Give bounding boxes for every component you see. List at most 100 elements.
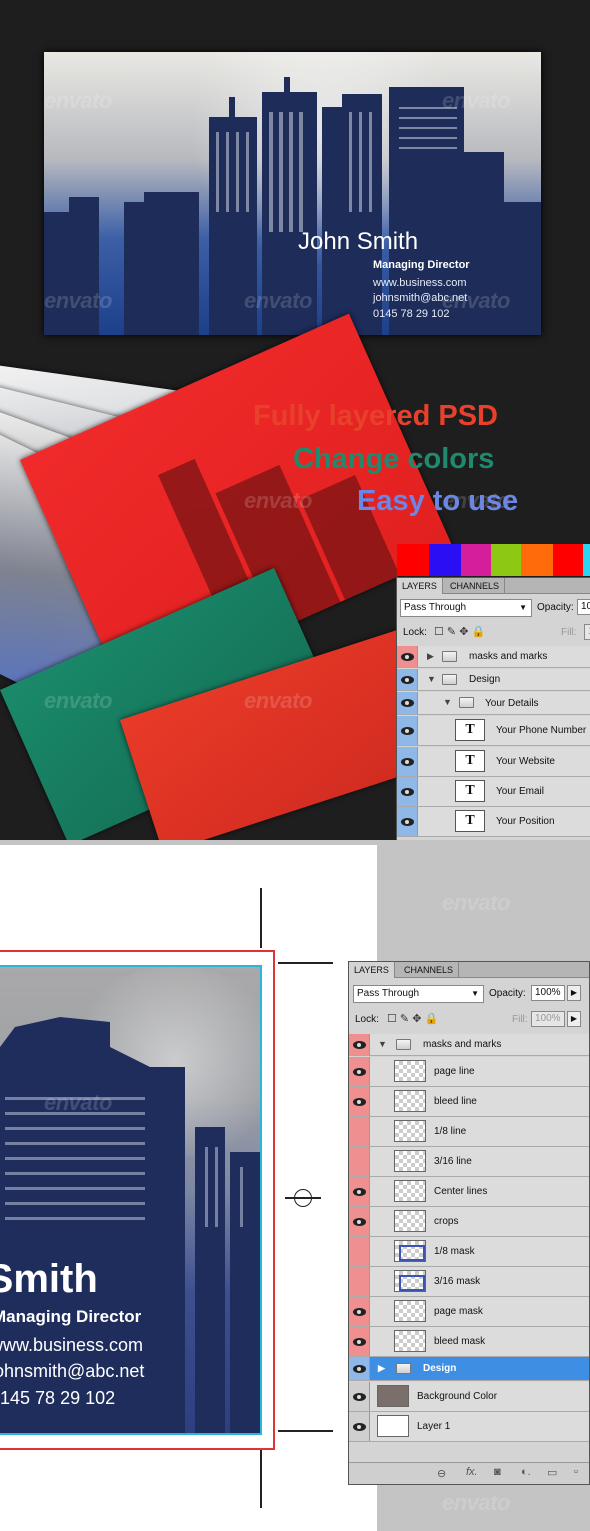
visibility-toggle[interactable] <box>349 1267 370 1296</box>
mask-icon[interactable]: ◙ <box>494 1466 501 1478</box>
lock-icons[interactable]: ☐ ✎ ✥ 🔒 <box>387 1012 438 1025</box>
collapse-arrow-icon[interactable]: ▶ <box>427 651 434 662</box>
layer-row-masks-and-marks[interactable]: ▼ masks and marks <box>349 1034 589 1056</box>
watermark: envato <box>244 288 312 313</box>
collapse-arrow-icon[interactable]: ▶ <box>378 1363 385 1374</box>
text-layer-icon: T <box>455 810 485 832</box>
layer-row-1-8-line[interactable]: 1/8 line <box>349 1117 589 1147</box>
visibility-toggle[interactable] <box>397 669 418 690</box>
blend-mode-select[interactable]: Pass Through <box>400 599 532 617</box>
fill-label: Fill: <box>512 1014 528 1025</box>
card-phone: 0145 78 29 102 <box>373 308 450 320</box>
card-name: John Smith <box>0 1257 98 1301</box>
fill-input[interactable]: 100% <box>531 1011 565 1027</box>
visibility-toggle[interactable] <box>397 807 418 836</box>
visibility-toggle[interactable] <box>349 1057 370 1086</box>
layer-row-masks-and-marks[interactable]: ▶ masks and marks <box>397 646 590 668</box>
eye-icon <box>401 676 414 684</box>
opacity-input[interactable]: 10 <box>577 599 590 615</box>
layer-name: Center lines <box>434 1186 488 1197</box>
opacity-label: Opacity: <box>489 988 526 999</box>
layer-row-website[interactable]: T Your Website <box>397 747 590 777</box>
registration-mark-icon <box>285 1189 321 1207</box>
layer-row-3-16-line[interactable]: 3/16 line <box>349 1147 589 1177</box>
layer-row-bleed-line[interactable]: bleed line <box>349 1087 589 1117</box>
layer-row-1-8-mask[interactable]: 1/8 mask <box>349 1237 589 1267</box>
adjustment-icon[interactable]: ◐. <box>521 1466 531 1478</box>
layer-row-design[interactable]: ▶ Design <box>349 1357 589 1381</box>
tab-channels[interactable]: CHANNELS <box>445 578 506 594</box>
eye-icon <box>353 1308 366 1316</box>
visibility-toggle[interactable] <box>349 1357 370 1380</box>
visibility-toggle[interactable] <box>397 777 418 806</box>
panel-tabs: LAYERS CHANNELS <box>349 962 589 978</box>
fill-input[interactable]: 10 <box>584 624 590 640</box>
layer-row-email[interactable]: T Your Email <box>397 777 590 807</box>
visibility-toggle[interactable] <box>349 1087 370 1116</box>
eye-icon <box>353 1098 366 1106</box>
visibility-toggle[interactable] <box>349 1237 370 1266</box>
mask-thumbnail <box>394 1240 426 1262</box>
fill-arrow-icon[interactable]: ▶ <box>567 1011 581 1027</box>
opacity-input[interactable]: 100% <box>531 985 565 1001</box>
layer-name: 3/16 mask <box>434 1276 481 1287</box>
watermark: envato <box>44 88 112 113</box>
new-group-icon[interactable]: ▭ <box>547 1466 557 1479</box>
visibility-toggle[interactable] <box>349 1382 370 1411</box>
expand-arrow-icon[interactable]: ▼ <box>443 697 452 707</box>
visibility-toggle[interactable] <box>397 646 418 667</box>
tab-layers[interactable]: LAYERS <box>349 962 395 978</box>
visibility-toggle[interactable] <box>349 1327 370 1356</box>
visibility-toggle[interactable] <box>349 1034 370 1055</box>
layer-row-phone[interactable]: T Your Phone Number <box>397 716 590 746</box>
watermark: envato <box>442 88 510 113</box>
layer-row-your-details[interactable]: ▼ Your Details <box>397 692 590 715</box>
layer-row-design[interactable]: ▼ Design <box>397 669 590 691</box>
lock-icons[interactable]: ☐ ✎ ✥ 🔒 <box>434 625 485 638</box>
link-icon[interactable]: ⊖ <box>437 1467 446 1480</box>
card-phone: 0145 78 29 102 <box>0 1388 116 1408</box>
eye-icon <box>353 1338 366 1346</box>
expand-arrow-icon[interactable]: ▼ <box>427 674 436 684</box>
visibility-toggle[interactable] <box>349 1207 370 1236</box>
expand-arrow-icon[interactable]: ▼ <box>378 1039 387 1049</box>
visibility-toggle[interactable] <box>397 716 418 745</box>
layer-row-page-mask[interactable]: page mask <box>349 1297 589 1327</box>
layer-name: Your Email <box>496 786 544 797</box>
palette-swatch <box>521 544 553 576</box>
visibility-toggle[interactable] <box>349 1297 370 1326</box>
opacity-arrow-icon[interactable]: ▶ <box>567 985 581 1001</box>
layer-name: Design <box>423 1363 457 1374</box>
tab-layers[interactable]: LAYERS <box>397 578 443 594</box>
layer-row-position[interactable]: T Your Position <box>397 807 590 837</box>
layer-thumbnail <box>377 1385 409 1407</box>
layer-thumbnail <box>394 1150 426 1172</box>
layer-row-center-lines[interactable]: Center lines <box>349 1177 589 1207</box>
visibility-toggle[interactable] <box>349 1177 370 1206</box>
mask-thumbnail <box>394 1270 426 1292</box>
visibility-toggle[interactable] <box>349 1147 370 1176</box>
watermark: envato <box>442 288 510 313</box>
crop-mark <box>278 1430 333 1432</box>
feature-layered: Fully layered PSD <box>253 400 498 432</box>
layer-row-page-line[interactable]: page line <box>349 1057 589 1087</box>
visibility-toggle[interactable] <box>397 692 418 714</box>
visibility-toggle[interactable] <box>349 1412 370 1441</box>
eye-icon <box>401 727 414 735</box>
lock-label: Lock: <box>355 1014 379 1025</box>
eye-icon <box>401 653 414 661</box>
tab-channels[interactable]: CHANNELS <box>399 962 460 978</box>
layer-name: 1/8 mask <box>434 1246 475 1257</box>
layer-row-layer-1[interactable]: Layer 1 <box>349 1412 589 1442</box>
visibility-toggle[interactable] <box>397 747 418 776</box>
new-layer-icon[interactable]: ▫ <box>574 1466 578 1478</box>
layer-row-3-16-mask[interactable]: 3/16 mask <box>349 1267 589 1297</box>
blend-mode-select[interactable]: Pass Through <box>353 985 484 1003</box>
fx-icon[interactable]: fx. <box>466 1466 478 1478</box>
layer-name: bleed line <box>434 1096 477 1107</box>
visibility-toggle[interactable] <box>349 1117 370 1146</box>
layer-row-crops[interactable]: crops <box>349 1207 589 1237</box>
layer-thumbnail <box>394 1120 426 1142</box>
layer-row-bleed-mask[interactable]: bleed mask <box>349 1327 589 1357</box>
layer-row-background-color[interactable]: Background Color <box>349 1382 589 1412</box>
